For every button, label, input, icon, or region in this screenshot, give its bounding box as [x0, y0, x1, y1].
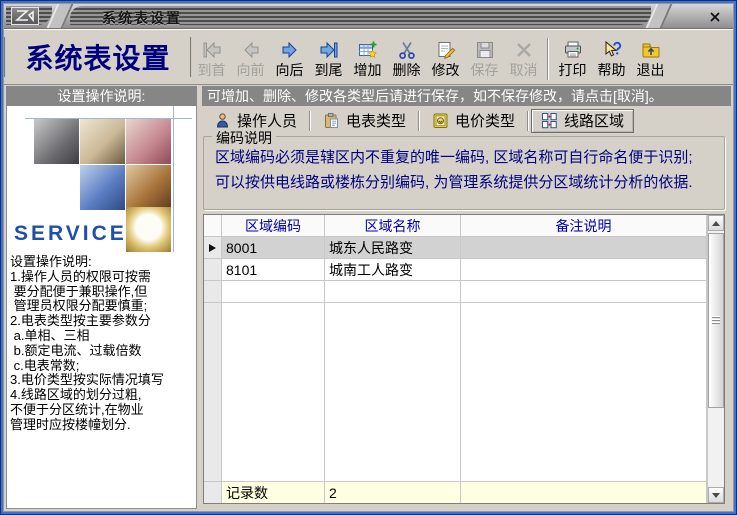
help-button[interactable]: 帮助	[592, 38, 631, 78]
scrollbar-thumb[interactable]	[708, 233, 724, 408]
row-indicator-cell	[204, 237, 222, 259]
line-region-pages-icon	[541, 112, 558, 129]
tab-separator	[527, 111, 529, 131]
toolbar-buttons: 到首 向前 向后 到尾 增加	[192, 34, 670, 80]
save-floppy-icon	[474, 38, 496, 62]
first-record-icon	[201, 38, 223, 62]
delete-scissors-icon	[396, 38, 418, 62]
table-empty-row	[204, 281, 707, 303]
remark-cell	[461, 237, 707, 259]
sidebar: 设置操作说明: SERVICE 设置操作说明: 1.操作人员的权限可按需 要分配…	[6, 86, 197, 509]
groupbox-legend: 编码说明	[212, 128, 276, 148]
record-count-label: 记录数	[222, 482, 325, 503]
add-record-icon	[357, 38, 379, 62]
toolbar-separator	[547, 38, 549, 80]
tab-separator	[309, 111, 311, 131]
add-record-button[interactable]: 增加	[348, 38, 387, 78]
toolbar: 系统表设置 到首 向前 向后 到尾	[4, 29, 733, 85]
page-title: 系统表设置	[4, 37, 192, 77]
first-record-button[interactable]: 到首	[192, 38, 231, 78]
hint-message-bar: 可增加、删除、修改各类型后请进行保存，如不保存修改，请点击[取消]。	[202, 86, 731, 106]
close-icon	[709, 11, 721, 23]
service-collage: SERVICE	[7, 106, 196, 252]
exit-folder-icon	[640, 38, 662, 62]
delete-record-button[interactable]: 删除	[387, 38, 426, 78]
app-window: 系统表设置 系统表设置 到首 向前 向后	[0, 0, 737, 515]
sidebar-instructions: 设置操作说明: 1.操作人员的权限可按需 要分配便于兼职操作,但 管理员权限分配…	[7, 252, 196, 508]
scroll-down-button[interactable]	[708, 487, 724, 503]
tab-meter-types[interactable]: 电表类型	[313, 109, 416, 133]
content: 设置操作说明: SERVICE 设置操作说明: 1.操作人员的权限可按需 要分配…	[4, 85, 733, 511]
save-record-button[interactable]: 保存	[465, 38, 504, 78]
region-code-cell: 8001	[222, 237, 325, 259]
region-grid: 区域编码 区域名称 备注说明 8001 城东人民路变 8101 城南工人路变	[204, 215, 707, 503]
collage-tile-desk	[126, 165, 171, 210]
meter-clipboard-icon	[323, 112, 340, 129]
collage-tile-stationery	[126, 119, 171, 164]
service-label: SERVICE	[14, 222, 127, 246]
tab-bar: 操作人员 电表类型 电价类型 线路区域	[202, 106, 731, 135]
help-cursor-icon	[601, 38, 623, 62]
prev-record-button[interactable]: 向前	[231, 38, 270, 78]
last-record-button[interactable]: 到尾	[309, 38, 348, 78]
coding-notes-text: 区域编码必须是辖区内不重复的唯一编码, 区域名称可自行命名便于识别; 可以按供电…	[204, 145, 724, 195]
collage-tile-keyboard	[80, 165, 125, 210]
sidebar-header: 设置操作说明:	[6, 86, 197, 106]
scroll-down-icon	[712, 493, 720, 498]
edit-record-button[interactable]: 修改	[426, 38, 465, 78]
printer-icon	[562, 38, 584, 62]
table-row[interactable]: 8001 城东人民路变	[204, 237, 707, 259]
scroll-up-icon	[712, 221, 720, 226]
tab-line-regions[interactable]: 线路区域	[531, 109, 634, 133]
last-record-icon	[318, 38, 340, 62]
region-name-cell: 城南工人路变	[325, 259, 461, 281]
table-header-region-name: 区域名称	[325, 215, 461, 237]
collage-hairline-v	[173, 106, 174, 252]
print-button[interactable]: 打印	[553, 38, 592, 78]
prev-record-icon	[240, 38, 262, 62]
collage-tile-pen	[80, 119, 125, 164]
record-count-row: 记录数 2	[204, 481, 707, 503]
table-header-indicator	[204, 215, 222, 237]
sidebar-body: SERVICE 设置操作说明: 1.操作人员的权限可按需 要分配便于兼职操作,但…	[6, 106, 197, 509]
next-record-button[interactable]: 向后	[270, 38, 309, 78]
coding-notes-groupbox: 编码说明 区域编码必须是辖区内不重复的唯一编码, 区域名称可自行命名便于识别; …	[203, 136, 725, 210]
current-row-marker-icon	[209, 244, 216, 252]
row-indicator-cell	[204, 259, 222, 281]
region-table: 区域编码 区域名称 备注说明 8001 城东人民路变 8101 城南工人路变	[203, 214, 725, 504]
tab-separator	[418, 111, 420, 131]
remark-cell	[461, 259, 707, 281]
scroll-up-button[interactable]	[708, 215, 724, 231]
price-book-icon	[432, 112, 449, 129]
region-code-cell: 8101	[222, 259, 325, 281]
next-record-icon	[279, 38, 301, 62]
app-logo-icon	[11, 7, 39, 25]
close-button[interactable]	[706, 8, 724, 25]
table-empty-area	[204, 303, 707, 481]
record-count-value: 2	[325, 482, 461, 503]
table-header-row: 区域编码 区域名称 备注说明	[204, 215, 707, 237]
table-header-region-code: 区域编码	[222, 215, 325, 237]
cancel-x-icon	[513, 38, 535, 62]
main-panel: 可增加、删除、修改各类型后请进行保存，如不保存修改，请点击[取消]。 操作人员 …	[202, 86, 731, 509]
exit-button[interactable]: 退出	[631, 38, 670, 78]
cancel-button[interactable]: 取消	[504, 38, 543, 78]
titlebar: 系统表设置	[4, 4, 733, 29]
edit-document-icon	[435, 38, 457, 62]
window-title: 系统表设置	[102, 8, 182, 28]
vertical-scrollbar[interactable]	[707, 215, 724, 503]
region-name-cell: 城东人民路变	[325, 237, 461, 259]
operator-person-icon	[214, 112, 231, 129]
tab-price-types[interactable]: 电价类型	[422, 109, 525, 133]
table-header-remark: 备注说明	[461, 215, 707, 237]
collage-tile-watch	[126, 207, 171, 252]
table-row[interactable]: 8101 城南工人路变	[204, 259, 707, 281]
collage-tile-tools	[34, 119, 79, 164]
